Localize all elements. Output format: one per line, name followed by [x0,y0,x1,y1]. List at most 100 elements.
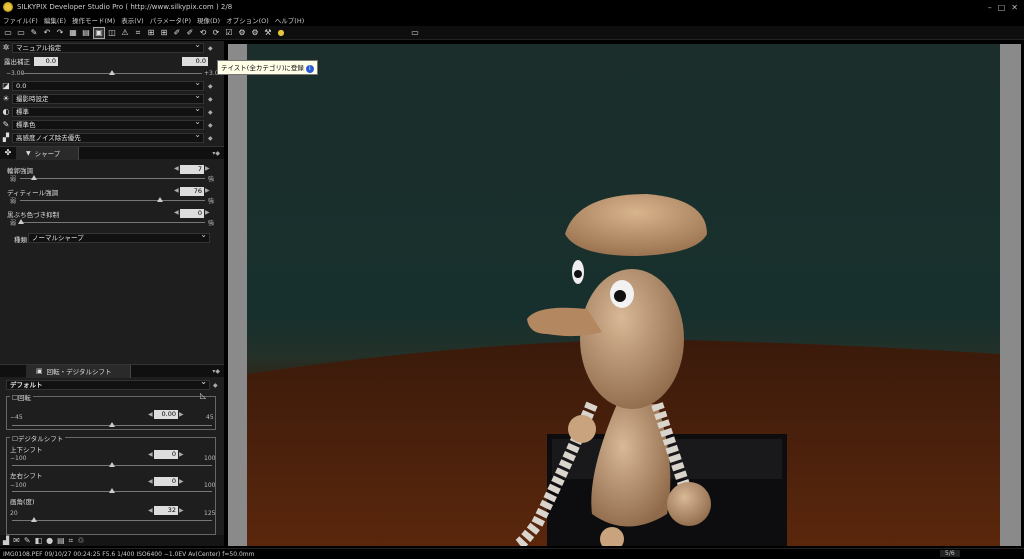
menu-option[interactable]: オプション(O) [226,15,269,25]
panel-arrow[interactable]: ◆ [208,135,213,142]
warning-icon[interactable]: ⚠ [120,28,130,38]
white-balance-select[interactable]: マニュアル指定 [12,41,204,53]
stepper-right-icon[interactable]: ▶ [205,165,210,172]
undo-icon[interactable]: ↶ [42,28,52,38]
horizontal-shift-slider-thumb[interactable] [109,488,115,493]
rotate-checkbox-label[interactable]: ☐回転 [10,392,33,402]
tab-sharp[interactable]: ▼ シャープ [16,146,80,160]
angle-of-view-value[interactable]: 32 [154,506,178,515]
tag-icon[interactable]: ✎ [24,536,31,545]
crop-tool-icon[interactable]: ⌗ [69,536,74,546]
detail-slider-thumb[interactable] [157,197,163,202]
detail-value[interactable]: 76 [180,187,204,196]
outline-slider[interactable] [20,178,205,179]
panel-menu-icon[interactable]: ▾◆ [212,150,220,157]
exposure-value-2[interactable]: 0.0 [182,56,208,66]
maximize-icon[interactable]: □ [998,3,1006,12]
tab-rotate[interactable]: ▣ 回転・デジタルシフト [26,364,131,378]
dropper2-icon[interactable]: ✐ [185,28,195,38]
rotate-right-icon[interactable]: ⟳ [211,28,221,38]
rotate-slider-thumb[interactable] [109,422,115,427]
histogram-icon[interactable]: ▟ [3,536,9,545]
stepper-right-icon[interactable]: ▶ [205,187,210,194]
color-select[interactable]: 標準色 [12,118,204,130]
panel-arrow[interactable]: ◆ [208,122,213,129]
menu-mode[interactable]: 操作モード(M) [72,15,115,25]
sphere-icon[interactable]: ● [46,536,53,545]
panel-arrow[interactable]: ◆ [208,109,213,116]
spot-icon[interactable]: ⚙ [237,28,247,38]
menu-edit[interactable]: 編集(E) [44,15,66,25]
angle-of-view-slider[interactable] [12,520,212,521]
stepper-left-icon[interactable]: ◀ [148,478,153,485]
monitor-icon[interactable]: ▭ [410,28,420,38]
comment-icon[interactable]: ✉ [13,536,20,545]
redo-icon[interactable]: ↷ [55,28,65,38]
noise-select[interactable]: 高感度ノイズ除去優先 [12,131,204,143]
angle-of-view-slider-thumb[interactable] [31,517,37,522]
panel-arrow[interactable]: ◆ [208,83,213,90]
stepper-right-icon[interactable]: ▶ [179,507,184,514]
rotate-preset-select[interactable]: デフォルト [6,378,210,390]
split-icon[interactable]: ⊞ [146,28,156,38]
stepper-right-icon[interactable]: ▶ [179,478,184,485]
menu-develop[interactable]: 現像(D) [197,15,220,25]
hammer-icon[interactable]: ⚒ [263,28,273,38]
panel-arrow[interactable]: ◆ [213,382,218,389]
list-view-icon[interactable]: ▤ [81,28,91,38]
exposure-value[interactable]: 0.0 [34,56,58,66]
panel-menu-icon[interactable]: ▾◆ [212,368,220,375]
rotate-left-icon[interactable]: ⟲ [198,28,208,38]
compare-view-icon[interactable]: ◫ [107,28,117,38]
recycle-icon[interactable]: ♲ [77,536,84,545]
dropper-icon[interactable]: ✐ [172,28,182,38]
close-icon[interactable]: ✕ [1011,3,1018,12]
shooting-setting-select[interactable]: 撮影時設定 [12,92,204,104]
stepper-left-icon[interactable]: ◀ [148,411,153,418]
stepper-right-icon[interactable]: ▶ [179,451,184,458]
stepper-left-icon[interactable]: ◀ [174,187,179,194]
digital-shift-checkbox-label[interactable]: ☐デジタルシフト [10,433,66,443]
crop-icon[interactable]: ⌗ [133,28,143,38]
black-fringe-value[interactable]: 0 [180,209,204,218]
black-fringe-slider-thumb[interactable] [18,219,24,224]
minimize-icon[interactable]: – [988,3,992,12]
stepper-left-icon[interactable]: ◀ [174,165,179,172]
grid-view-icon[interactable]: ▦ [68,28,78,38]
menu-view[interactable]: 表示(V) [121,15,144,25]
exposure-slider-thumb[interactable] [109,70,115,75]
preview-photo[interactable] [247,44,1000,546]
stepper-right-icon[interactable]: ▶ [179,411,184,418]
stepper-left-icon[interactable]: ◀ [174,209,179,216]
folder-icon[interactable]: ▭ [16,28,26,38]
develop-icon[interactable]: ✎ [29,28,39,38]
grid-icon[interactable]: ⊞ [159,28,169,38]
stepper-left-icon[interactable]: ◀ [148,507,153,514]
outline-value[interactable]: 7 [180,165,204,174]
image-viewer[interactable] [228,44,1021,546]
menu-parameter[interactable]: パラメータ(P) [150,15,191,25]
black-fringe-slider[interactable] [20,222,205,223]
spot2-icon[interactable]: ⚙ [250,28,260,38]
layers-icon[interactable]: ▤ [57,536,65,545]
rotate-value[interactable]: 0.00 [154,410,178,419]
vertical-shift-value[interactable]: 0 [154,450,178,459]
menu-help[interactable]: ヘルプ(H) [275,15,304,25]
panel-arrow[interactable]: ◆ [208,96,213,103]
stepper-right-icon[interactable]: ▶ [205,209,210,216]
badge-icon[interactable]: ● [276,28,286,38]
check-icon[interactable]: ☑ [224,28,234,38]
horizontal-shift-value[interactable]: 0 [154,477,178,486]
contrast-tool-icon[interactable]: ◧ [35,536,43,545]
outline-slider-thumb[interactable] [31,175,37,180]
single-view-icon[interactable]: ▣ [93,26,105,39]
menu-file[interactable]: ファイル(F) [3,15,38,25]
detail-slider[interactable] [20,200,205,201]
angle-tool-icon[interactable]: ◺ [200,391,206,400]
tone-select[interactable]: 標準 [12,105,204,117]
stepper-left-icon[interactable]: ◀ [148,451,153,458]
vertical-shift-slider-thumb[interactable] [109,462,115,467]
panel-arrow[interactable]: ◆ [208,45,213,52]
open-folder-icon[interactable]: ▭ [3,28,13,38]
contrast-select[interactable]: 0.0 [12,79,204,91]
